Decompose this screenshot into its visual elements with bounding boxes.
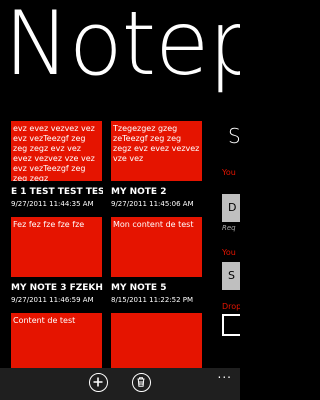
app-bar: ... — [0, 368, 240, 400]
note-title: MY NOTE 2 — [111, 187, 167, 197]
text-input[interactable]: D — [222, 194, 240, 222]
note-date: 9/27/2011 11:44:35 AM — [11, 200, 94, 208]
note-tile[interactable] — [111, 313, 202, 368]
add-note-button[interactable] — [89, 373, 108, 392]
note-date: 8/15/2011 11:22:52 PM — [111, 296, 194, 304]
field-hint: Req — [222, 224, 236, 232]
field-label: Drop — [222, 302, 240, 311]
note-preview: Fez fez fze fze fze — [13, 220, 85, 229]
note-preview: evz evez vezvez vez evz vezTeezgf zeg ze… — [13, 124, 95, 181]
plus-icon — [93, 377, 103, 387]
note-date: 9/27/2011 11:45:06 AM — [111, 200, 194, 208]
note-preview: Mon content de test — [113, 220, 194, 229]
text-input[interactable]: S — [222, 262, 240, 290]
note-title: MY NOTE 5 — [111, 283, 167, 293]
field-label: You — [222, 168, 236, 177]
note-title: E 1 TEST TEST TES — [11, 187, 103, 197]
field-label: You — [222, 248, 236, 257]
trash-icon — [137, 377, 145, 387]
checkbox[interactable] — [222, 314, 240, 336]
delete-button[interactable] — [132, 373, 151, 392]
more-button[interactable]: ... — [218, 368, 232, 380]
note-title: MY NOTE 3 FZEKH — [11, 283, 103, 293]
note-tile[interactable]: Tzegezgez gzeg zeTeezgf zeg zeg zegz evz… — [111, 121, 202, 181]
note-preview: Tzegezgez gzeg zeTeezgf zeg zeg zegz evz… — [113, 124, 200, 163]
page-title: Notepad — [4, 0, 240, 95]
note-tile[interactable]: Mon content de test — [111, 217, 202, 277]
note-tile[interactable]: evz evez vezvez vez evz vezTeezgf zeg ze… — [11, 121, 102, 181]
panorama: Notepad evz evez vezvez vez evz vezTeezg… — [0, 0, 240, 368]
note-date: 9/27/2011 11:46:59 AM — [11, 296, 94, 304]
note-tile[interactable]: Fez fez fze fze fze — [11, 217, 102, 277]
settings-header: S — [228, 124, 240, 148]
note-preview: Content de test — [13, 316, 76, 325]
note-tile[interactable]: Content de test — [11, 313, 102, 368]
